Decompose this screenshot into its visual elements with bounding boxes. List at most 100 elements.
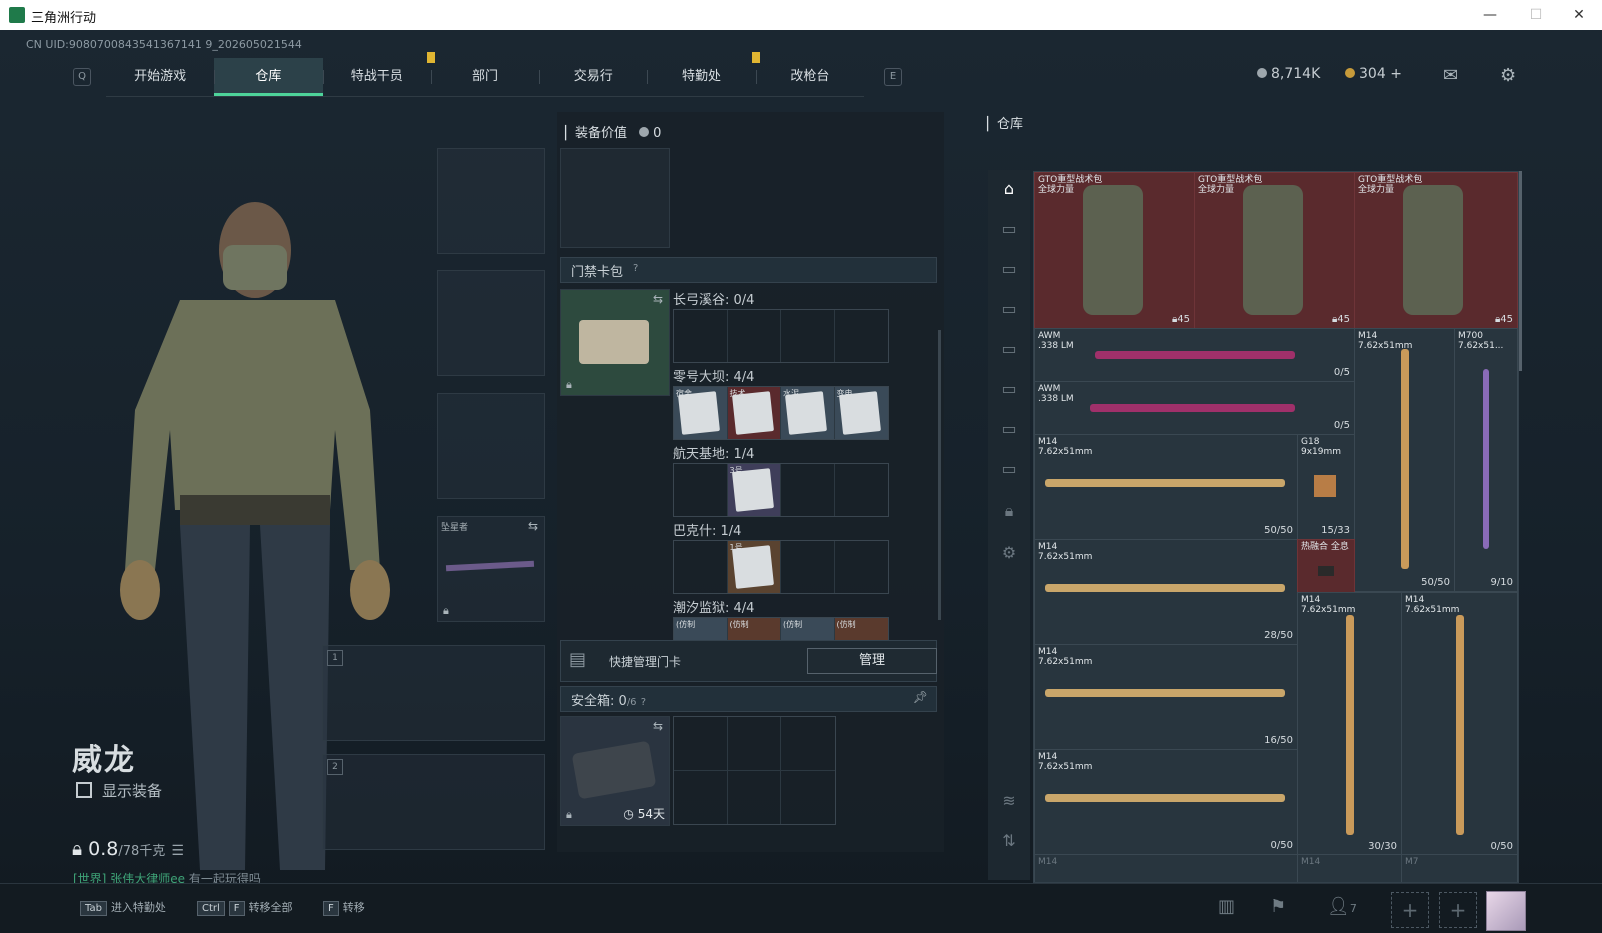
maximize-button[interactable]: ☐ xyxy=(1516,4,1556,26)
lock-icon[interactable]: 🔒︎ xyxy=(998,500,1020,522)
settings-gear-icon[interactable]: ⚙ xyxy=(1500,65,1516,86)
keycard-item[interactable] xyxy=(678,391,720,435)
attachment-item-holo-sight[interactable]: 热融合 全息 xyxy=(1297,539,1355,593)
item-name: M14 7.62x51mm xyxy=(1038,437,1092,457)
checkbox[interactable] xyxy=(76,782,92,798)
settings-gear-icon[interactable]: ⚙ xyxy=(998,542,1020,564)
keycard-grid[interactable]: (仿制 (仿制 (仿制 (仿制 xyxy=(673,617,889,641)
keycard-scrollbar[interactable] xyxy=(938,330,941,620)
stats-chart-icon[interactable]: ▥ xyxy=(1218,896,1235,917)
all-items-icon[interactable]: ⌂ xyxy=(998,178,1020,200)
keycard-item[interactable] xyxy=(731,391,774,435)
weapon-item-m14[interactable]: M14 7.62x51mm 30/30 xyxy=(1297,592,1402,856)
pin-icon[interactable]: 📌︎ xyxy=(913,690,928,704)
category-7-icon[interactable]: ▭ xyxy=(998,458,1020,480)
operator-name: 威龙 xyxy=(72,743,136,778)
swap-icon[interactable]: ⇆ xyxy=(653,719,663,733)
category-2-icon[interactable]: ▭ xyxy=(998,258,1020,280)
player-avatar[interactable] xyxy=(1486,891,1526,931)
weapon-item-m14[interactable]: M14 7.62x51mm 16/50 xyxy=(1034,644,1298,750)
minimize-button[interactable]: — xyxy=(1470,4,1510,26)
sort-icon[interactable]: ⇅ xyxy=(998,830,1020,852)
mail-icon[interactable]: ✉ xyxy=(1443,65,1458,86)
help-icon[interactable]: ? xyxy=(641,697,646,708)
tab-department[interactable]: 部门 xyxy=(430,58,539,96)
armor-slot[interactable] xyxy=(437,270,545,376)
keycard-item[interactable] xyxy=(731,545,774,589)
weapon-item-m14[interactable]: M14 7.62x51mm 0/50 xyxy=(1401,592,1518,856)
backpack-item[interactable]: GTO重型战术包 全球力量 🔒︎45 xyxy=(1354,172,1518,329)
add-gold-button[interactable]: + xyxy=(1390,66,1402,82)
item-title: AWM xyxy=(1038,331,1061,341)
show-equipment-toggle[interactable]: 显示装备 xyxy=(76,780,162,801)
melee-slot[interactable]: 坠星者 ⇆ 🔒︎ xyxy=(437,516,545,622)
category-4-icon[interactable]: ▭ xyxy=(998,338,1020,360)
invite-slot-1[interactable]: + xyxy=(1391,892,1429,928)
item-qty-value: 45 xyxy=(1337,314,1350,325)
weapon-item-m14[interactable]: M14 7.62x51mm 0/50 xyxy=(1034,749,1298,855)
helmet-slot[interactable] xyxy=(437,148,545,254)
invite-slot-2[interactable]: + xyxy=(1439,892,1477,928)
lock-icon: 🔒︎ xyxy=(566,808,572,821)
manage-button[interactable]: 管理 xyxy=(807,648,937,674)
weapon-item-m14[interactable]: M14 7.62x51mm 28/50 xyxy=(1034,539,1298,645)
warehouse-scrollbar[interactable] xyxy=(1519,171,1522,371)
tab-operators[interactable]: 特战干员 xyxy=(322,52,435,96)
keycard-item[interactable] xyxy=(731,468,774,512)
keycard-item[interactable] xyxy=(838,391,881,435)
transfer-action[interactable]: F 转移 xyxy=(323,899,365,916)
friends-icon[interactable]: 👤︎7 xyxy=(1327,896,1357,917)
weapon-item-awm[interactable]: AWM .338 LM 0/5 xyxy=(1034,328,1355,382)
backpack-item[interactable]: GTO重型战术包 全球力量 🔒︎45 xyxy=(1194,172,1355,329)
weapon-item-m7[interactable]: M7 xyxy=(1401,854,1518,882)
item-title: M14 xyxy=(1301,857,1321,867)
layers-icon[interactable]: ≋ xyxy=(998,790,1020,812)
keycard-grid[interactable]: 3号 xyxy=(673,463,889,517)
help-icon[interactable]: ? xyxy=(633,263,638,274)
pistol-slot[interactable] xyxy=(437,393,545,499)
tab-trading[interactable]: 交易行 xyxy=(539,58,647,96)
tab-warehouse[interactable]: 仓库 xyxy=(214,58,323,96)
flag-icon[interactable]: ⚑ xyxy=(1270,896,1286,917)
backpack-item[interactable]: GTO重型战术包 全球力量 🔒︎45 xyxy=(1034,172,1195,329)
keycard-grid[interactable]: 1号 xyxy=(673,540,889,594)
weapon-item-m700[interactable]: M700 7.62x51... 9/10 xyxy=(1454,328,1518,592)
category-5-icon[interactable]: ▭ xyxy=(998,378,1020,400)
weapon-item-m14[interactable]: M14 7.62x51mm 50/50 xyxy=(1034,434,1298,540)
primary-weapon-slot-2[interactable]: 2 xyxy=(322,754,545,850)
backpack-slot[interactable] xyxy=(560,148,670,248)
weapon-item-m14[interactable]: M14 xyxy=(1034,854,1298,882)
category-3-icon[interactable]: ▭ xyxy=(998,298,1020,320)
item-qty: 16/50 xyxy=(1264,735,1293,746)
gold-currency[interactable]: 304 + xyxy=(1345,66,1402,82)
keycard-grid[interactable]: 宿舍 技术 水泥 变电 xyxy=(673,386,889,440)
weapon-item-g18[interactable]: G18 9x19mm 15/33 xyxy=(1297,434,1355,540)
tab-special-ops[interactable]: 特勤处 xyxy=(647,52,760,96)
show-equipment-label: 显示装备 xyxy=(102,782,163,800)
item-qty: 50/50 xyxy=(1264,525,1293,536)
primary-weapon-slot-1[interactable]: 1 xyxy=(322,645,545,741)
item-name: M14 7.62x51mm xyxy=(1038,647,1092,667)
transfer-all-action[interactable]: Ctrl F 转移全部 xyxy=(197,899,293,916)
keycard-grid[interactable] xyxy=(673,309,889,363)
keycard-case-slot[interactable]: ⇆ 🔒︎ xyxy=(560,289,670,396)
tab-start-game[interactable]: 开始游戏 xyxy=(106,58,214,96)
swap-icon[interactable]: ⇆ xyxy=(528,519,538,533)
category-6-icon[interactable]: ▭ xyxy=(998,418,1020,440)
weapon-item-m14[interactable]: M14 xyxy=(1297,854,1402,882)
close-button[interactable]: ✕ xyxy=(1559,4,1599,26)
weapon-item-m14[interactable]: M14 7.62x51mm 50/50 xyxy=(1354,328,1455,592)
weapon-image xyxy=(1456,615,1464,835)
safebox-grid[interactable] xyxy=(673,716,836,825)
tab-label: 特勤处 xyxy=(682,69,722,84)
item-caliber: .338 LM xyxy=(1038,341,1074,351)
safebox-slot[interactable]: ⇆ 🔒︎ ◷ 54天 xyxy=(560,716,670,826)
enter-special-ops-action[interactable]: Tab 进入特勤处 xyxy=(80,899,166,916)
category-1-icon[interactable]: ▭ xyxy=(998,218,1020,240)
swap-icon[interactable]: ⇆ xyxy=(653,292,663,306)
keycard-item[interactable] xyxy=(785,391,827,435)
weapon-item-awm[interactable]: AWM .338 LM 0/5 xyxy=(1034,381,1355,435)
list-icon[interactable]: ☰ xyxy=(171,843,184,859)
equip-value-label: 装备价值 xyxy=(575,126,628,141)
tab-gunsmith[interactable]: 改枪台 xyxy=(755,58,864,96)
